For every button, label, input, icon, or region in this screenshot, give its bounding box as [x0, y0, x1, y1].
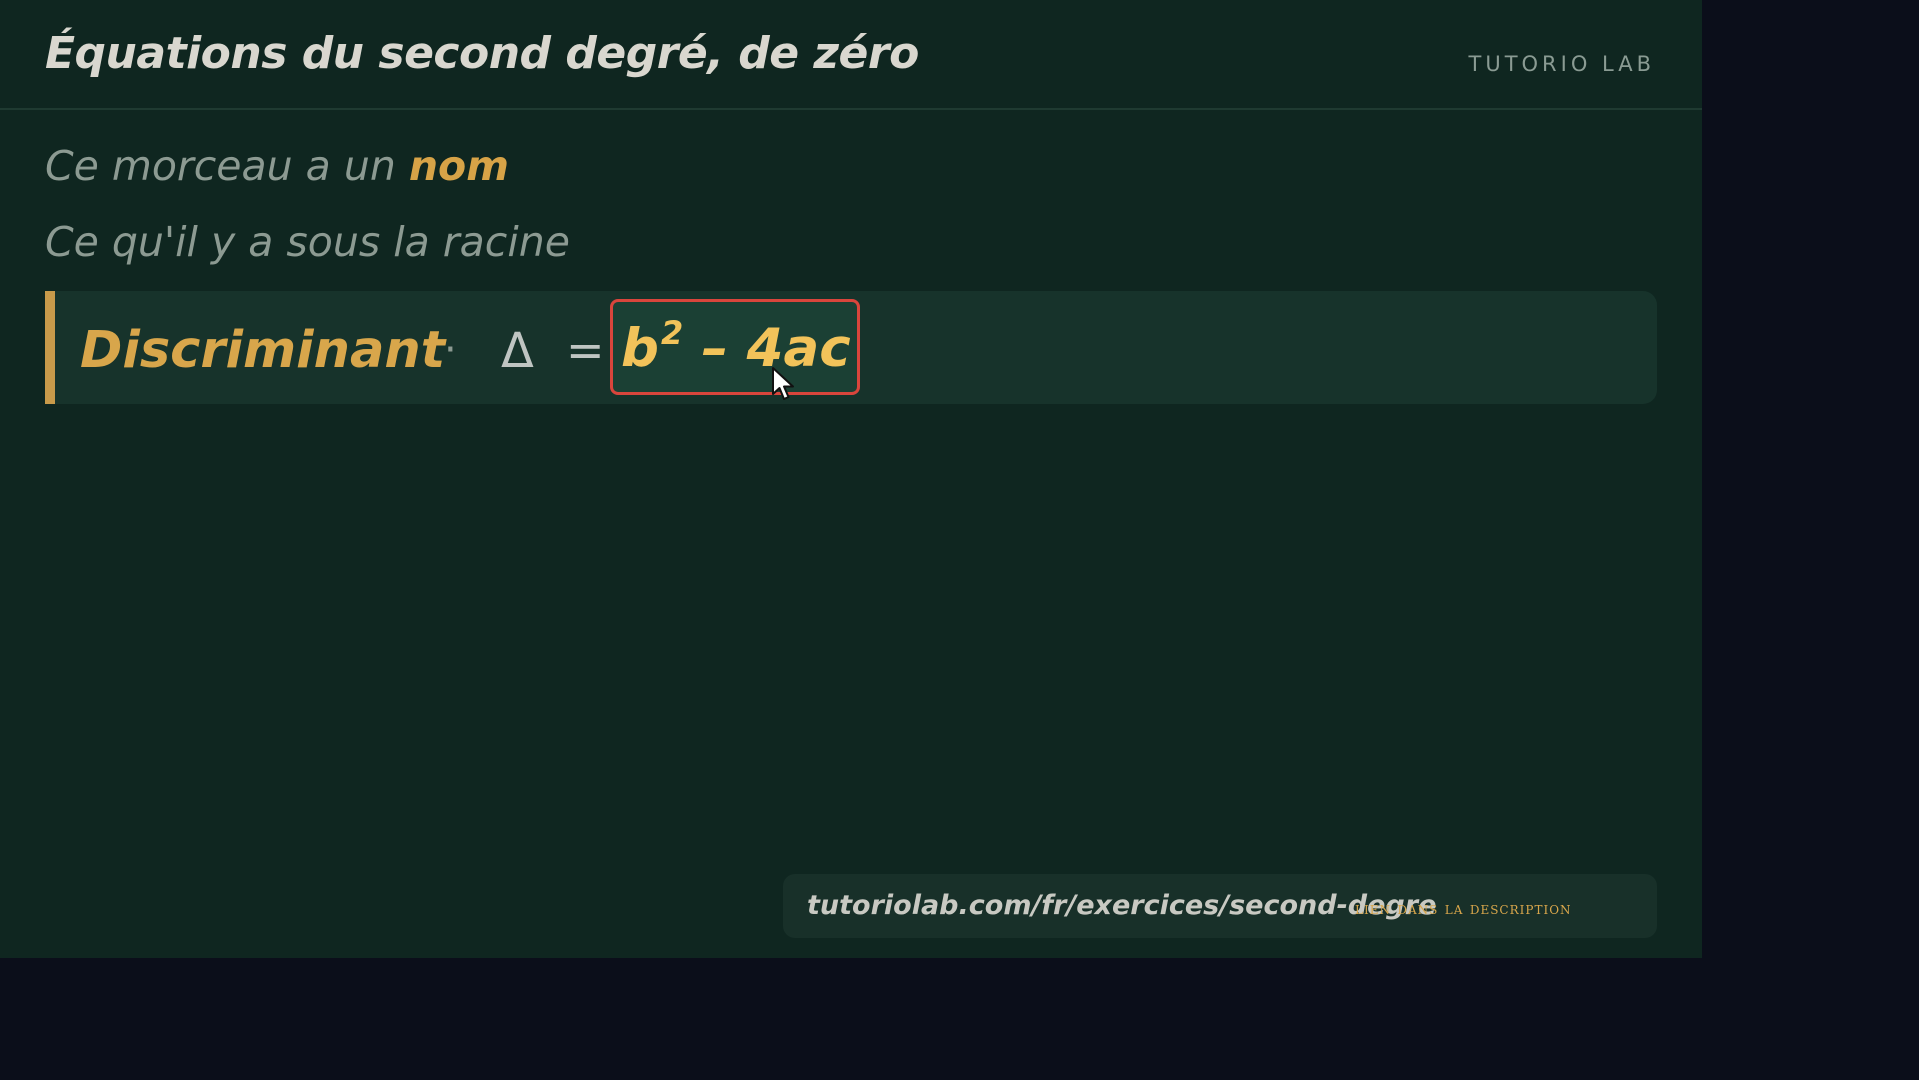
- expr-rest: – 4ac: [683, 318, 851, 379]
- delta-symbol: Δ: [501, 323, 534, 379]
- formula-panel: Discriminant · Δ = b2 – 4ac: [45, 291, 1657, 404]
- mouse-cursor-icon: [772, 367, 794, 400]
- intro-line-2: Ce qu'il y a sous la racine: [45, 218, 570, 266]
- highlighted-expression[interactable]: b2 – 4ac: [610, 299, 860, 395]
- footer-link-pill[interactable]: tutoriolab.com/fr/exercices/second-degre…: [783, 874, 1657, 938]
- formula-name: Discriminant: [80, 321, 446, 380]
- footer-cta: lien dans la description: [1355, 899, 1572, 919]
- expression-text: b2 – 4ac: [621, 314, 851, 379]
- equals-sign: =: [566, 323, 605, 377]
- page-title: Équations du second degré, de zéro: [45, 28, 919, 79]
- expr-base: b: [621, 318, 659, 379]
- chalkboard: Équations du second degré, de zéro TUTOR…: [0, 0, 1702, 958]
- footer-url[interactable]: tutoriolab.com/fr/exercices/second-degre: [807, 890, 1436, 921]
- header: Équations du second degré, de zéro TUTOR…: [0, 0, 1702, 110]
- separator-dot: ·: [444, 327, 457, 373]
- intro-text: Ce morceau a un: [45, 142, 409, 190]
- intro-line-1: Ce morceau a un nom: [45, 142, 509, 190]
- brand-logo: TUTORIO LAB: [1468, 52, 1655, 76]
- expr-exponent: 2: [660, 314, 684, 352]
- accent-bar: [45, 291, 55, 404]
- intro-highlight: nom: [408, 142, 509, 190]
